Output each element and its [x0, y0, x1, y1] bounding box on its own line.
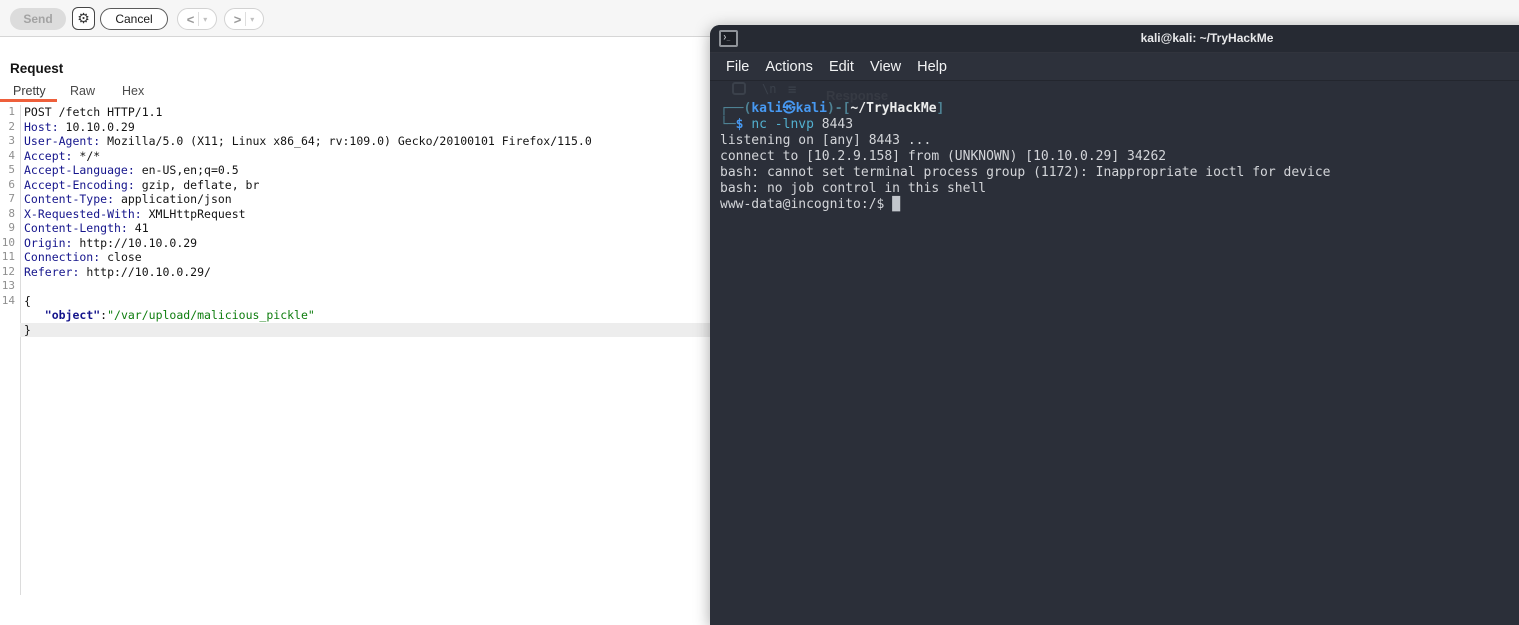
line-number [0, 323, 20, 338]
active-tab-underline [0, 99, 57, 102]
chevron-down-icon[interactable]: ▾ [203, 15, 207, 24]
gear-icon[interactable]: ⚙ [72, 7, 95, 30]
tab-hex[interactable]: Hex [122, 84, 144, 98]
request-section-title: Request [10, 61, 63, 76]
button-divider [245, 12, 246, 26]
line-number: 13 [0, 279, 20, 294]
line-number: 11 [0, 250, 20, 265]
request-view-tabs: Pretty Raw Hex [0, 84, 710, 103]
line-number: 8 [0, 207, 20, 222]
menu-edit[interactable]: Edit [829, 59, 854, 75]
button-divider [198, 12, 199, 26]
line-number: 10 [0, 236, 20, 251]
code-line: www-data@incognito:/$ █ [720, 197, 1519, 213]
line-number: 6 [0, 178, 20, 193]
code-line: connect to [10.2.9.158] from (UNKNOWN) [… [720, 149, 1519, 165]
code-line: bash: cannot set terminal process group … [720, 165, 1519, 181]
code-line: ┌──(kali㉿kali)-[~/TryHackMe] [720, 101, 1519, 117]
tab-pretty[interactable]: Pretty [13, 84, 46, 98]
chevron-down-icon[interactable]: ▾ [250, 15, 254, 24]
terminal-titlebar[interactable]: ❯_ kali@kali: ~/TryHackMe [710, 25, 1519, 53]
menu-file[interactable]: File [726, 59, 749, 75]
terminal-menubar: File Actions Edit View Help Response [710, 53, 1519, 81]
line-number: 1 [0, 105, 20, 120]
send-button[interactable]: Send [10, 8, 66, 30]
next-request-button[interactable]: > ▾ [224, 8, 264, 30]
line-number: 12 [0, 265, 20, 280]
terminal-title: kali@kali: ~/TryHackMe [710, 31, 1519, 45]
chevron-left-icon: < [187, 12, 195, 27]
line-number: 7 [0, 192, 20, 207]
menu-help[interactable]: Help [917, 59, 947, 75]
tab-raw[interactable]: Raw [70, 84, 95, 98]
code-line: bash: no job control in this shell [720, 181, 1519, 197]
line-number: 14 [0, 294, 20, 309]
line-number [0, 308, 20, 323]
menu-actions[interactable]: Actions [765, 59, 813, 75]
line-number: 9 [0, 221, 20, 236]
terminal-window: ❯_ kali@kali: ~/TryHackMe File Actions E… [710, 25, 1519, 625]
code-line: └─$ nc -lnvp 8443 [720, 117, 1519, 133]
chevron-right-icon: > [234, 12, 242, 27]
code-line: listening on [any] 8443 ... [720, 133, 1519, 149]
line-number: 2 [0, 120, 20, 135]
previous-request-button[interactable]: < ▾ [177, 8, 217, 30]
line-number: 3 [0, 134, 20, 149]
menu-view[interactable]: View [870, 59, 901, 75]
terminal-output[interactable]: ┌──(kali㉿kali)-[~/TryHackMe]└─$ nc -lnvp… [710, 81, 1519, 223]
cancel-button[interactable]: Cancel [100, 8, 168, 30]
line-number: 4 [0, 149, 20, 164]
line-number: 5 [0, 163, 20, 178]
